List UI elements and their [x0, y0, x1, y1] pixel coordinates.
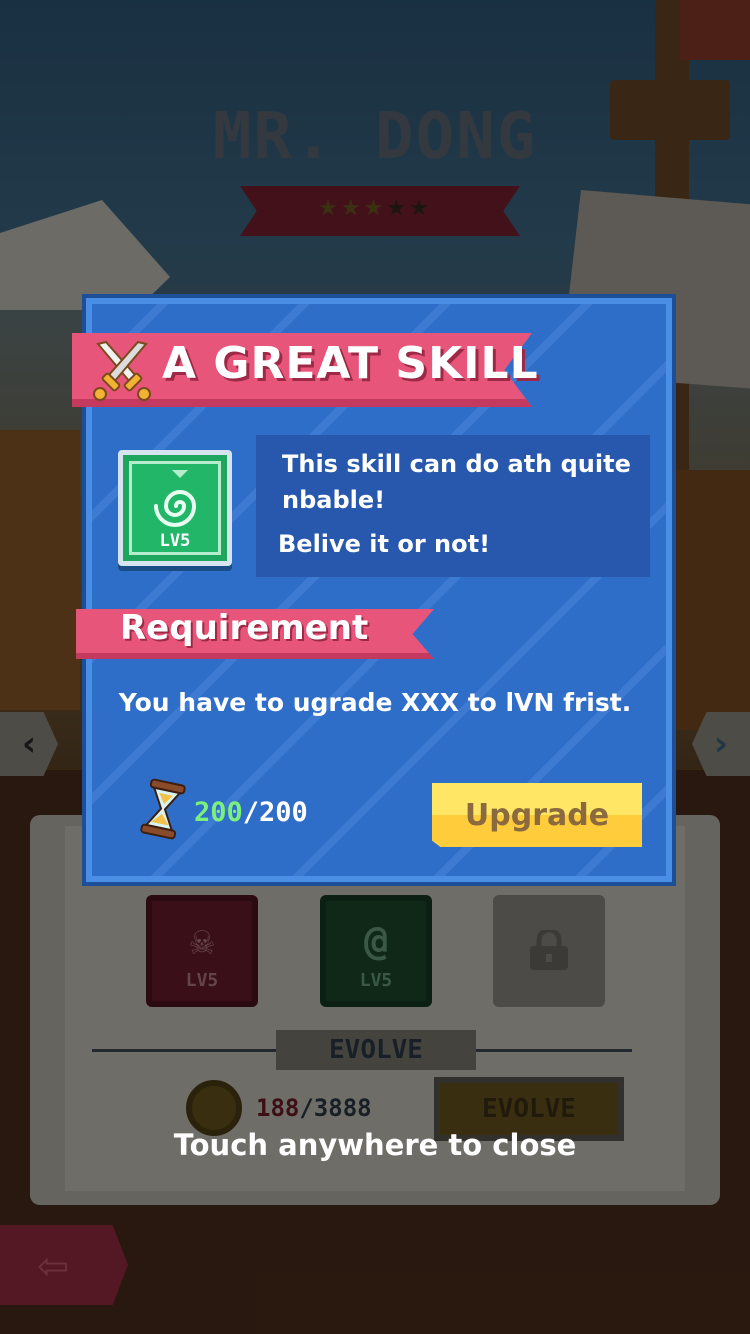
skill-icon-level: LV5 [159, 531, 191, 551]
skill-description-line-3: Belive it or not! [278, 530, 491, 558]
cost-have: 200 [194, 797, 243, 828]
dialog-title: A GREAT SKILL [162, 338, 539, 389]
upgrade-cost: 200/200 [194, 797, 308, 828]
skill-description-line-2: nbable! [282, 486, 386, 514]
hourglass-icon [140, 778, 186, 840]
upgrade-button[interactable]: Upgrade [432, 783, 642, 847]
skill-icon: LV5 [118, 450, 232, 566]
crossed-swords-icon [93, 340, 151, 401]
requirement-title: Requirement [120, 608, 369, 648]
requirement-text: You have to ugrade XXX to lVN frist. [118, 688, 632, 717]
cost-need: /200 [242, 797, 308, 828]
skill-description-line-1: This skill can do ath quite [282, 450, 631, 478]
close-hint: Touch anywhere to close [173, 1128, 577, 1162]
spiral-skill-icon [154, 470, 197, 527]
